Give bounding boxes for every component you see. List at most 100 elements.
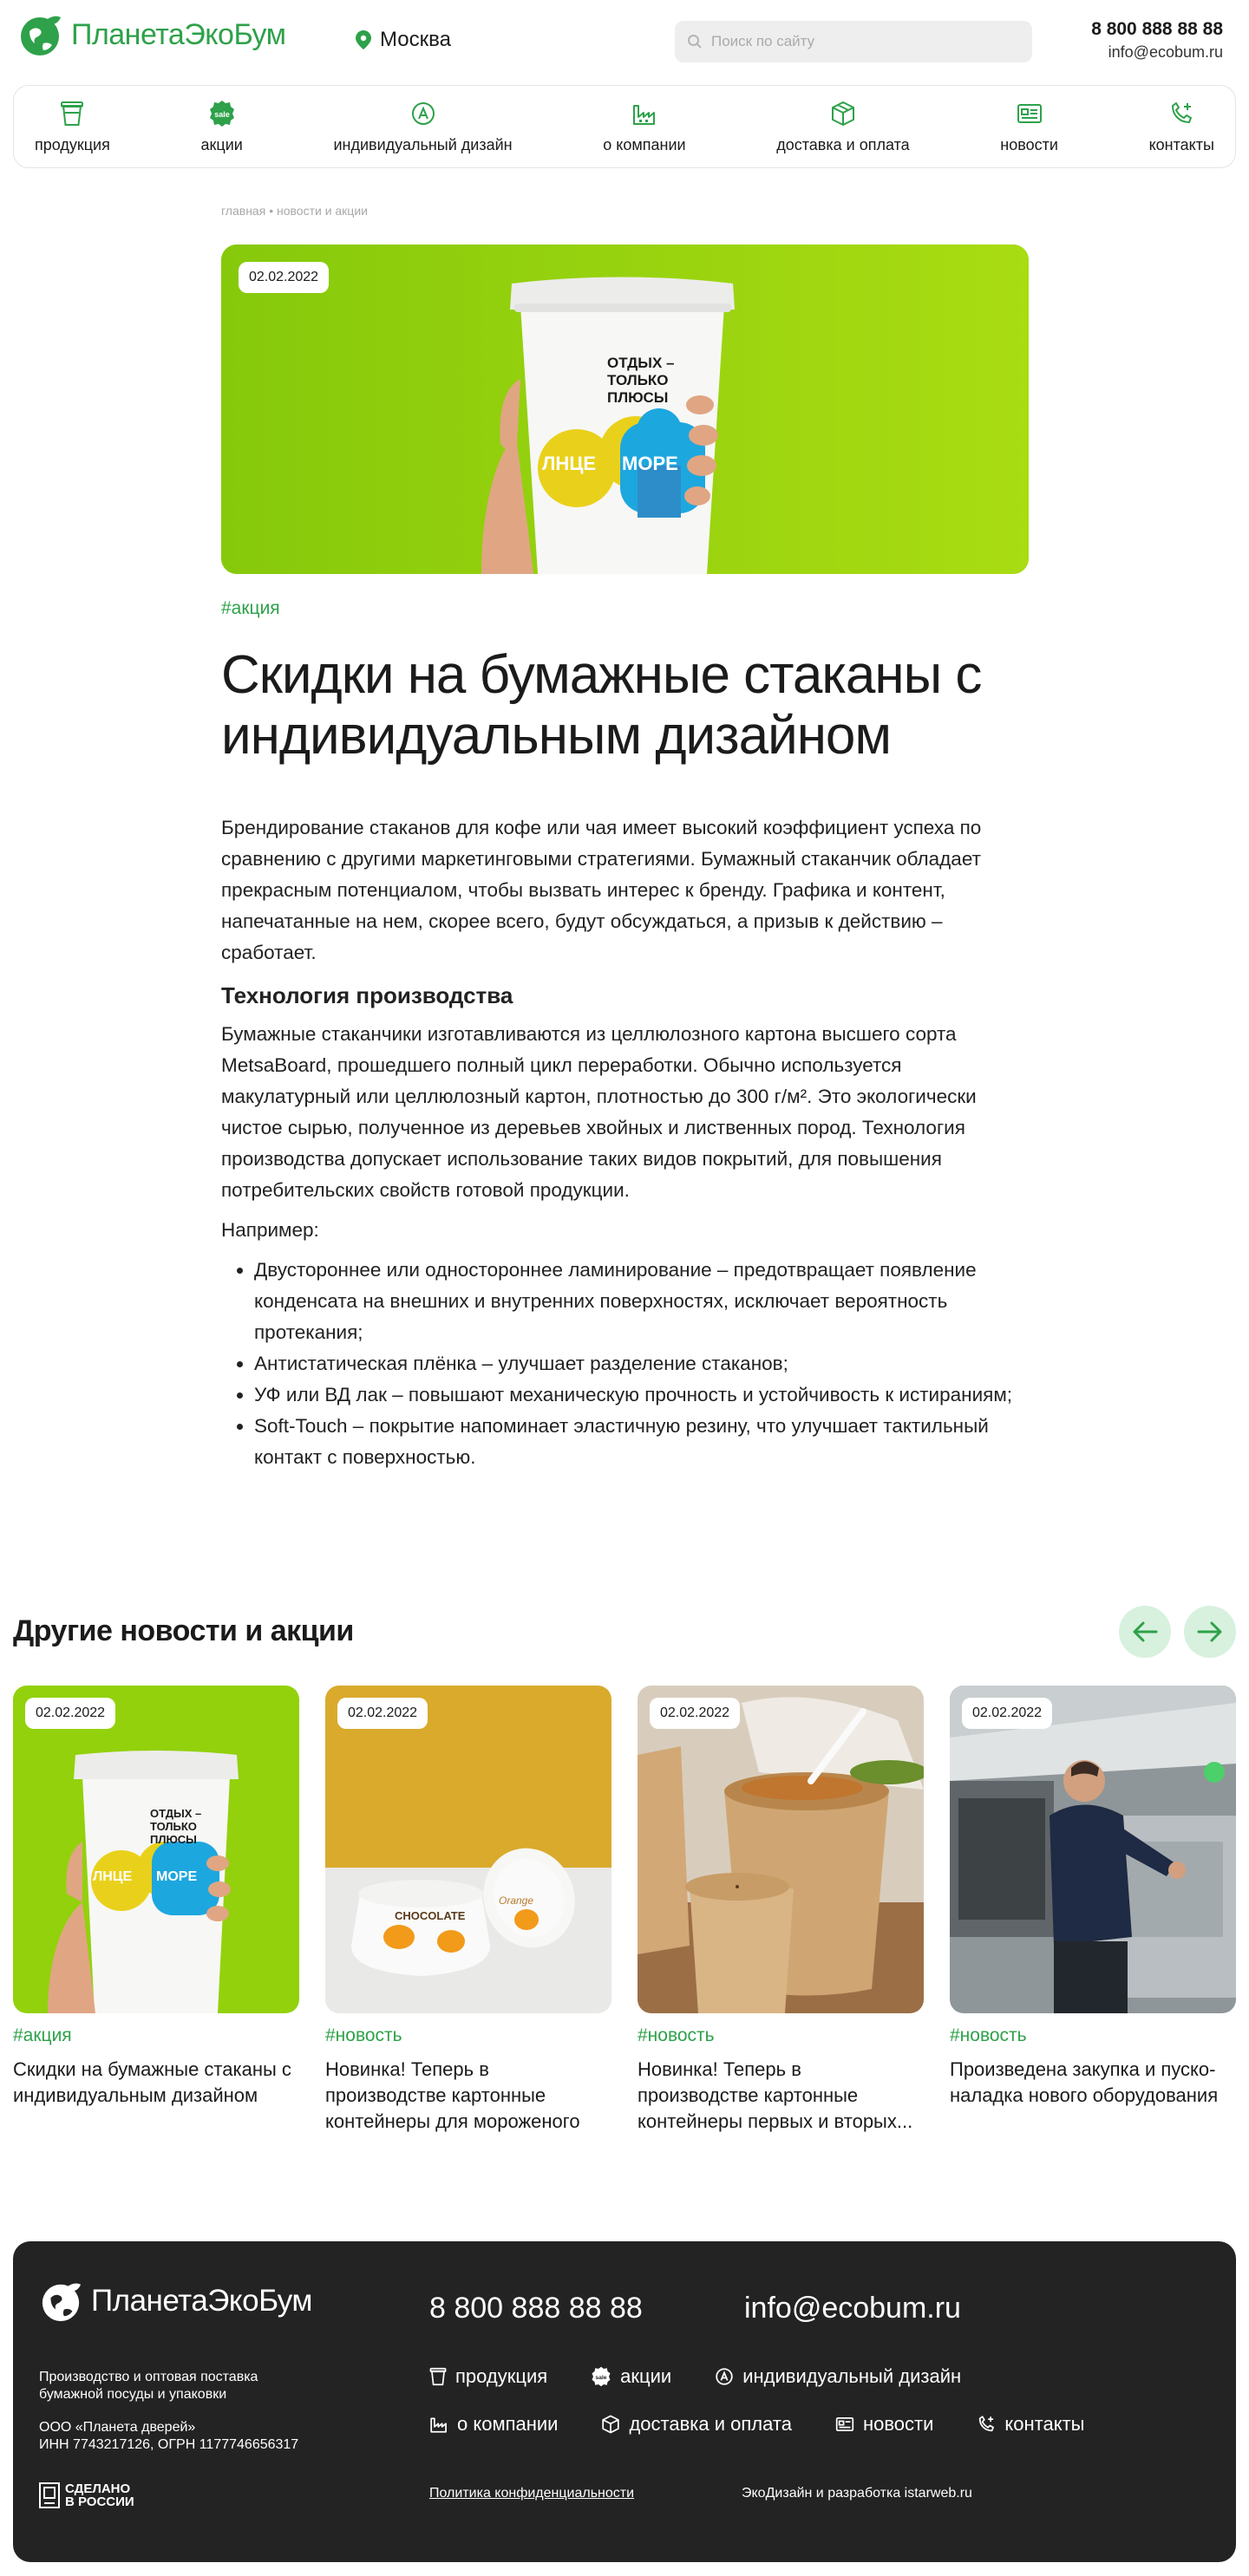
footer-nav-label: новости — [862, 2413, 934, 2435]
main-nav: продукция sale акции индивидуальный диза… — [13, 85, 1236, 168]
news-card-date: 02.02.2022 — [337, 1698, 428, 1729]
news-card-date: 02.02.2022 — [650, 1698, 741, 1729]
article-hero-image: 02.02.2022 ОТДЫХ – ТОЛЬКО ПЛЮСЫ ЛНЦЕ МОР… — [221, 245, 1029, 574]
carousel-prev-button[interactable] — [1119, 1606, 1171, 1658]
list-item: Soft-Touch – покрытие напоминает эластич… — [254, 1411, 1032, 1473]
planet-leaf-icon — [21, 16, 61, 55]
breadcrumb-current: новости и акции — [276, 204, 368, 218]
footer-company-ids: ИНН 7743217126, ОГРН 1177746656317 — [39, 2437, 299, 2452]
news-card[interactable]: 02.02.2022 #новость Новинка! Теперь в пр… — [638, 1686, 924, 2135]
news-card-title[interactable]: Скидки на бумажные стаканы с индивидуаль… — [13, 2057, 299, 2109]
nav-label: индивидуальный дизайн — [333, 135, 513, 153]
phone-icon — [1167, 100, 1195, 127]
footer-nav-products[interactable]: продукция — [429, 2365, 547, 2388]
breadcrumb-home[interactable]: главная — [221, 204, 265, 218]
footer-nav-label: индивидуальный дизайн — [742, 2365, 962, 2387]
footer-description: Производство и оптовая поставка бумажной… — [39, 2370, 258, 2402]
header-contacts: 8 800 888 88 88 info@ecobum.ru — [1091, 19, 1223, 62]
box-icon — [602, 2415, 620, 2434]
svg-text:Orange: Orange — [499, 1895, 533, 1907]
news-card-tag[interactable]: #новость — [950, 2025, 1236, 2046]
nav-label: контакты — [1148, 135, 1214, 153]
footer-nav-about[interactable]: о компании — [429, 2413, 558, 2436]
sale-icon: sale — [592, 2366, 611, 2387]
footer-nav-sales[interactable]: sale акции — [591, 2365, 671, 2388]
made-in-russia-line1: СДЕЛАНО — [65, 2481, 131, 2496]
footer-nav-label: доставка и оплата — [629, 2413, 792, 2435]
footer-nav-news[interactable]: новости — [835, 2413, 933, 2436]
footer-phone-link[interactable]: 8 800 888 88 88 — [429, 2292, 643, 2325]
nav-item-news[interactable]: новости — [1000, 100, 1058, 154]
nav-item-delivery[interactable]: доставка и оплата — [776, 100, 910, 154]
footer-nav-delivery[interactable]: доставка и оплата — [601, 2413, 792, 2436]
location-pin-icon — [356, 30, 371, 49]
footer-nav-custom-design[interactable]: индивидуальный дизайн — [715, 2365, 961, 2388]
article-tag[interactable]: #акция — [221, 598, 280, 619]
svg-text:CHOCOLATE: CHOCOLATE — [395, 1909, 466, 1922]
footer-email-link[interactable]: info@ecobum.ru — [744, 2292, 961, 2325]
carousel-next-button[interactable] — [1184, 1606, 1236, 1658]
brand-logo[interactable]: ПланетаЭкоБум — [17, 12, 286, 57]
news-card-date: 02.02.2022 — [25, 1698, 116, 1729]
footer-nav-contacts[interactable]: контакты — [977, 2413, 1084, 2436]
news-card[interactable]: ОТДЫХ – ТОЛЬКО ПЛЮСЫ ЛНЦЕ МОРЕ 02.02.202… — [13, 1686, 299, 2109]
nav-label: акции — [200, 135, 243, 153]
news-card-title[interactable]: Произведена закупка и пуско-наладка ново… — [950, 2057, 1236, 2109]
svg-text:МОРЕ: МОРЕ — [156, 1869, 197, 1884]
nav-item-sales[interactable]: sale акции — [201, 100, 243, 154]
arrow-right-icon — [1197, 1621, 1222, 1642]
list-item: Двустороннее или одностороннее ламиниров… — [254, 1255, 1032, 1348]
svg-text:ПЛЮСЫ: ПЛЮСЫ — [607, 389, 668, 406]
news-card[interactable]: CHOCOLATE Orange 02.02.2022 #новость Нов… — [325, 1686, 611, 2135]
svg-text:ОТДЫХ –: ОТДЫХ – — [150, 1807, 201, 1820]
footer-brand-logo[interactable]: ПланетаЭкоБум — [39, 2279, 312, 2323]
factory-icon — [631, 100, 658, 127]
made-in-russia-line2: В РОССИИ — [65, 2494, 134, 2509]
news-card[interactable]: 02.02.2022 #новость Произведена закупка … — [950, 1686, 1236, 2109]
nav-item-custom-design[interactable]: индивидуальный дизайн — [334, 100, 513, 154]
news-card-date: 02.02.2022 — [962, 1698, 1053, 1729]
svg-text:ЛНЦЕ: ЛНЦЕ — [93, 1869, 132, 1884]
svg-text:ПЛЮСЫ: ПЛЮСЫ — [150, 1833, 197, 1846]
search-icon — [688, 35, 702, 49]
factory-equipment-photo — [950, 1686, 1236, 2013]
header-phone-link[interactable]: 8 800 888 88 88 — [1091, 19, 1223, 40]
developer-credit-link[interactable]: ЭкоДизайн и разработка istarweb.ru — [742, 2486, 972, 2501]
privacy-policy-link[interactable]: Политика конфиденциальности — [429, 2486, 634, 2501]
svg-text:sale: sale — [596, 2375, 607, 2381]
breadcrumb: главная • новости и акции — [221, 204, 368, 218]
search-input[interactable] — [711, 33, 1006, 50]
news-card-tag[interactable]: #акция — [13, 2025, 299, 2046]
svg-text:ОТДЫХ –: ОТДЫХ – — [607, 355, 674, 371]
nav-item-products[interactable]: продукция — [35, 100, 110, 154]
news-card-title[interactable]: Новинка! Теперь в производстве картонные… — [638, 2057, 924, 2135]
article-example-label: Например: — [221, 1219, 319, 1241]
cup-icon — [58, 100, 86, 127]
svg-text:sale: sale — [214, 110, 230, 119]
footer-company-name: ООО «Планета дверей» — [39, 2420, 196, 2435]
newspaper-icon — [835, 2417, 854, 2431]
nav-label: доставка и оплата — [776, 135, 910, 153]
sale-icon: sale — [208, 100, 236, 127]
nav-item-contacts[interactable]: контакты — [1149, 100, 1214, 154]
list-item: Антистатическая плёнка – улучшает раздел… — [254, 1348, 1032, 1379]
city-selector[interactable]: Москва — [356, 28, 451, 52]
box-icon — [829, 100, 857, 127]
news-card-image: ОТДЫХ – ТОЛЬКО ПЛЮСЫ ЛНЦЕ МОРЕ 02.02.202… — [13, 1686, 299, 2013]
article-coatings-list: Двустороннее или одностороннее ламиниров… — [254, 1255, 1032, 1473]
article-tech-paragraph: Бумажные стаканчики изготавливаются из ц… — [221, 1023, 977, 1201]
news-card-image: 02.02.2022 — [638, 1686, 924, 2013]
search-box[interactable] — [675, 21, 1032, 62]
news-card-tag[interactable]: #новость — [638, 2025, 924, 2046]
article-subtitle: Технология производства — [221, 982, 513, 1008]
nav-item-about[interactable]: о компании — [603, 100, 686, 154]
news-card-tag[interactable]: #новость — [325, 2025, 611, 2046]
brand-name: ПланетаЭкоБум — [71, 17, 286, 51]
arrow-left-icon — [1133, 1621, 1158, 1642]
nav-label: новости — [1000, 135, 1058, 153]
footer-brand-name: ПланетаЭкоБум — [91, 2284, 312, 2318]
phone-icon — [979, 2416, 995, 2432]
footer-nav-label: продукция — [455, 2365, 548, 2387]
news-card-title[interactable]: Новинка! Теперь в производстве картонные… — [325, 2057, 611, 2135]
header-email-link[interactable]: info@ecobum.ru — [1091, 43, 1223, 62]
